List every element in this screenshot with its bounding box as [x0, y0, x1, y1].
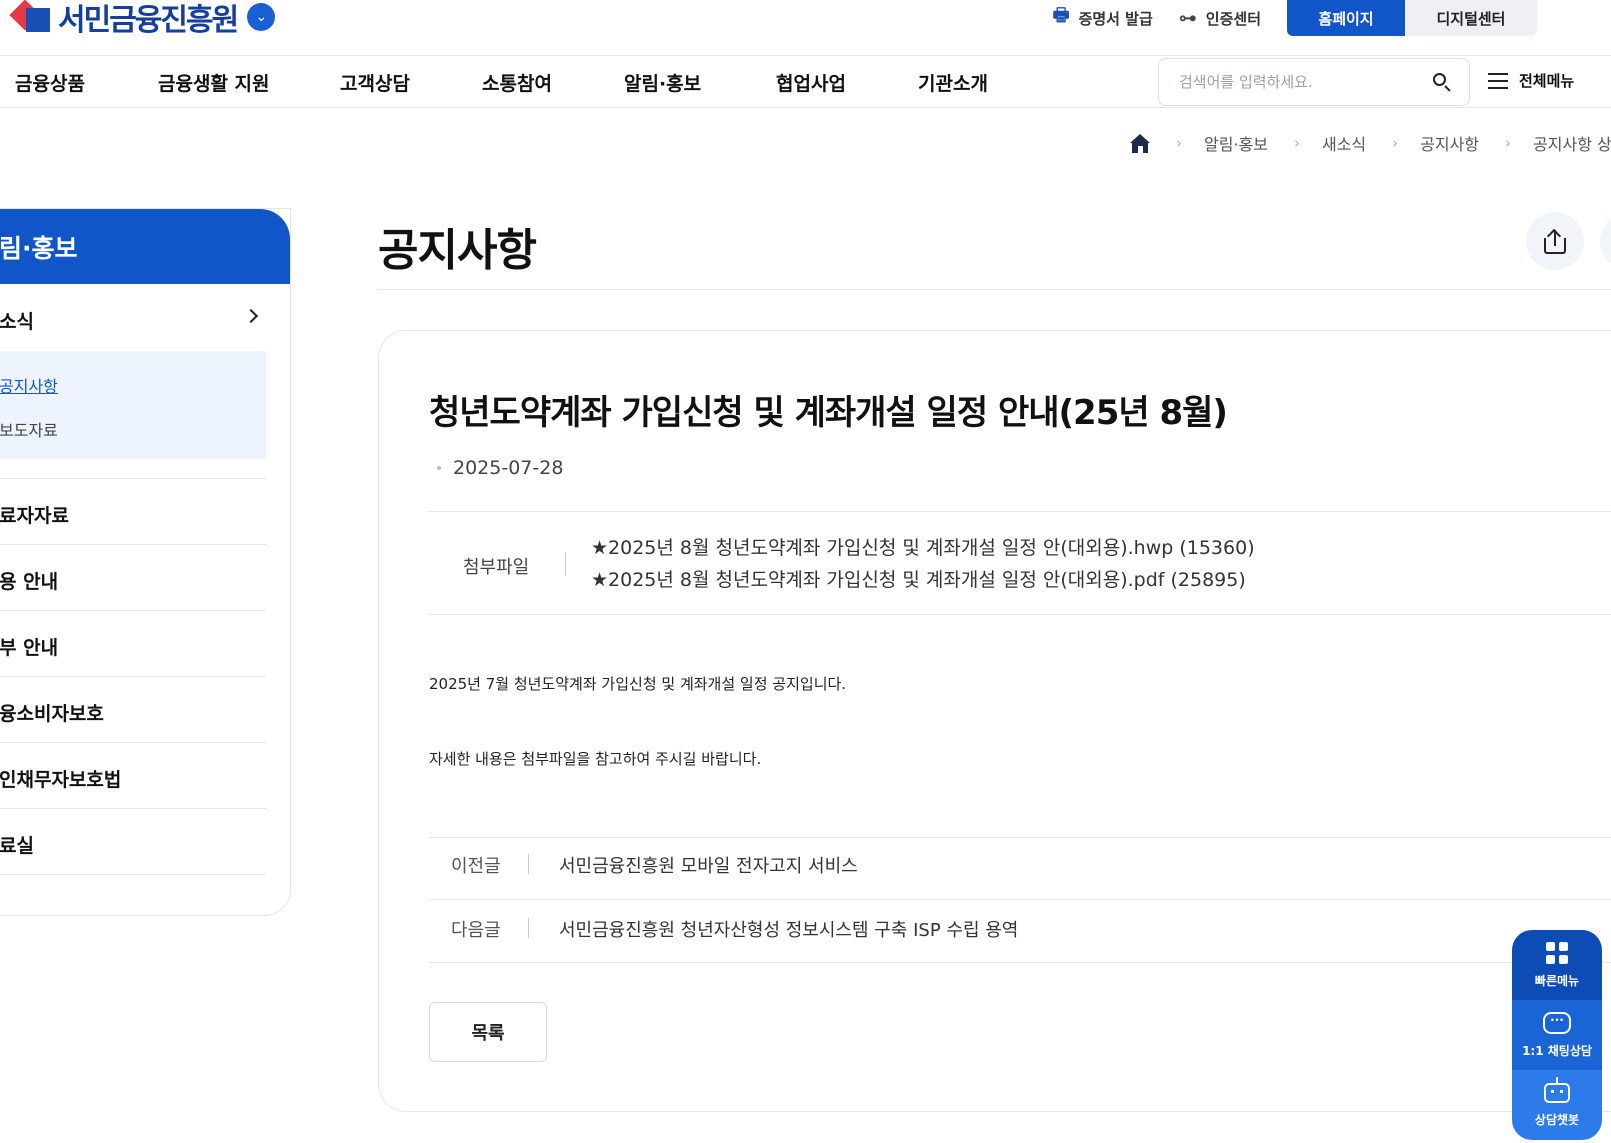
quick-menu-label: 빠른메뉴 — [1534, 973, 1580, 988]
auth-center-link[interactable]: ⊶ 인증센터 — [1179, 8, 1261, 29]
sidebar-item-debtor-protection[interactable]: 인채무자보호법 — [0, 743, 266, 809]
prev-divider — [528, 854, 529, 874]
chatbot-button[interactable]: 상담챗봇 — [1512, 1070, 1602, 1140]
main-navigation: 금융상품 금융생활 지원 고객상담 소통참여 알림·홍보 협업사업 기관소개 전… — [0, 55, 1611, 108]
breadcrumb-item-news-pr[interactable]: 알림·홍보 — [1204, 131, 1268, 155]
post-date-value: 2025-07-28 — [453, 457, 564, 479]
utility-bar: 🖶 증명서 발급 ⊶ 인증센터 홈페이지 디지털센터 — [1053, 0, 1611, 36]
gnb-item-cooperation[interactable]: 협업사업 — [776, 69, 846, 96]
chat-consult-button[interactable]: 1:1 채팅상담 — [1512, 1000, 1602, 1070]
title-divider — [378, 289, 1611, 290]
sidebar-subitem-press[interactable]: 보도자료 — [0, 417, 58, 441]
next-post-label: 다음글 — [451, 920, 501, 941]
sidebar-subitem-notice[interactable]: 공지사항 — [0, 373, 58, 397]
sidebar-item-news[interactable]: 소식 — [0, 307, 266, 334]
post-card: 청년도약계좌 가입신청 및 계좌개설 일정 안내(25년 8월) 2025-07… — [378, 330, 1611, 1112]
gnb-item-customer-consult[interactable]: 고객상담 — [340, 69, 410, 96]
sidebar-item-guide[interactable]: 부 안내 — [0, 611, 266, 677]
print-button[interactable] — [1600, 212, 1611, 270]
home-icon[interactable] — [1130, 133, 1150, 153]
sidebar-item-label: 소식 — [0, 311, 34, 333]
sidebar-submenu: 공지사항 보도자료 — [0, 351, 266, 459]
sidebar-item-label: 료실 — [0, 835, 34, 857]
attachment-divider — [565, 552, 566, 576]
quick-menu-button[interactable]: 빠른메뉴 — [1512, 930, 1602, 1000]
hamburger-icon — [1488, 72, 1508, 89]
search-icon[interactable] — [1431, 71, 1453, 93]
divider — [429, 614, 1611, 615]
auth-center-label: 인증센터 — [1205, 9, 1261, 28]
sidebar-item-data[interactable]: 료자자료 — [0, 479, 266, 545]
breadcrumb-item-notice[interactable]: 공지사항 — [1420, 131, 1479, 155]
breadcrumb-item-current: 공지사항 상 — [1533, 135, 1611, 154]
chevron-right-icon: › — [1293, 134, 1300, 152]
share-icon — [1542, 228, 1568, 254]
attachment-hwp-link[interactable]: ★2025년 8월 청년도약계좌 가입신청 및 계좌개설 일정 안(대외용).h… — [591, 533, 1255, 560]
page: 서민금융진흥원 ⌄ 🖶 증명서 발급 ⊶ 인증센터 홈페이지 디지털센터 금융상… — [0, 0, 1611, 1143]
all-menu-label: 전체메뉴 — [1519, 72, 1575, 90]
divider — [429, 511, 1611, 512]
grid-icon — [1546, 941, 1568, 964]
gnb-item-about[interactable]: 기관소개 — [918, 69, 988, 96]
sidebar: 림·홍보 소식 공지사항 보도자료 료자자료 용 안내 부 안내 융소비자보호 … — [0, 208, 291, 916]
gnb-item-financial-products[interactable]: 금융상품 — [15, 69, 85, 96]
search-box — [1158, 58, 1470, 106]
sidebar-item-consumer-protection[interactable]: 융소비자보호 — [0, 677, 266, 743]
chevron-right-icon: › — [1176, 134, 1182, 152]
logo-text: 서민금융진흥원 — [58, 3, 239, 38]
chevron-down-icon[interactable]: ⌄ — [247, 3, 276, 31]
chevron-right-icon: › — [1505, 134, 1512, 152]
divider — [429, 962, 1611, 963]
chevron-right-icon — [243, 308, 259, 324]
quick-menu: 빠른메뉴 1:1 채팅상담 상담챗봇 — [1512, 930, 1602, 1140]
sidebar-item-label: 료자자료 — [0, 505, 69, 527]
search-input[interactable] — [1179, 73, 1431, 91]
sidebar-item-label: 부 안내 — [0, 637, 59, 659]
share-button[interactable] — [1526, 212, 1584, 270]
certificate-link[interactable]: 🖶 증명서 발급 — [1053, 3, 1153, 33]
site-logo[interactable]: 서민금융진흥원 ⌄ — [9, 0, 276, 40]
post-date: 2025-07-28 — [437, 457, 563, 479]
gnb-item-financial-life[interactable]: 금융생활 지원 — [158, 69, 270, 96]
printer-icon: 🖶 — [1052, 5, 1070, 26]
chat-consult-label: 1:1 채팅상담 — [1522, 1043, 1592, 1058]
prev-post-label: 이전글 — [451, 856, 501, 877]
post-body-line: 2025년 7월 청년도약계좌 가입신청 및 계좌개설 일정 공지입니다. — [429, 675, 847, 693]
certificate-label: 증명서 발급 — [1078, 9, 1153, 28]
sidebar-divider — [0, 459, 266, 479]
post-body-line: 자세한 내용은 첨부파일을 참고하여 주시길 바랍니다. — [429, 750, 762, 768]
next-divider — [528, 918, 529, 938]
bullet-icon — [437, 466, 441, 470]
list-button[interactable]: 목록 — [429, 1002, 547, 1062]
post-title: 청년도약계좌 가입신청 및 계좌개설 일정 안내(25년 8월) — [429, 393, 1228, 433]
attachment-pdf-link[interactable]: ★2025년 8월 청년도약계좌 가입신청 및 계좌개설 일정 안(대외용).p… — [591, 565, 1246, 592]
attachment-label: 첨부파일 — [463, 557, 530, 578]
sidebar-title: 림·홍보 — [0, 209, 290, 284]
homepage-button[interactable]: 홈페이지 — [1287, 0, 1405, 36]
gnb-item-news-pr[interactable]: 알림·홍보 — [624, 69, 701, 96]
chevron-right-icon: › — [1392, 134, 1399, 152]
prev-post-link[interactable]: 서민금융진흥원 모바일 전자고지 서비스 — [559, 852, 858, 878]
digital-center-button[interactable]: 디지털센터 — [1405, 0, 1537, 36]
sidebar-item-label: 용 안내 — [0, 571, 59, 593]
gnb-item-communication[interactable]: 소통참여 — [482, 69, 552, 96]
divider — [429, 899, 1611, 900]
chat-icon — [1543, 1011, 1571, 1034]
all-menu-button[interactable]: 전체메뉴 — [1488, 70, 1574, 91]
breadcrumb: › 알림·홍보 › 새소식 › 공지사항 › 공지사항 상 — [1130, 131, 1611, 155]
key-icon: ⊶ — [1178, 7, 1197, 29]
logo-mark-icon — [9, 0, 52, 36]
sidebar-item-label: 인채무자보호법 — [0, 769, 122, 791]
robot-icon — [1544, 1076, 1570, 1103]
page-title: 공지사항 — [378, 225, 537, 276]
chatbot-label: 상담챗봇 — [1534, 1112, 1580, 1127]
sidebar-item-archive[interactable]: 료실 — [0, 809, 266, 875]
breadcrumb-item-news[interactable]: 새소식 — [1322, 131, 1366, 155]
next-post-link[interactable]: 서민금융진흥원 청년자산형성 정보시스템 구축 ISP 수립 용역 — [559, 916, 1018, 942]
divider — [429, 837, 1611, 838]
sidebar-item-label: 융소비자보호 — [0, 703, 104, 725]
sidebar-item-usage-guide[interactable]: 용 안내 — [0, 545, 266, 611]
